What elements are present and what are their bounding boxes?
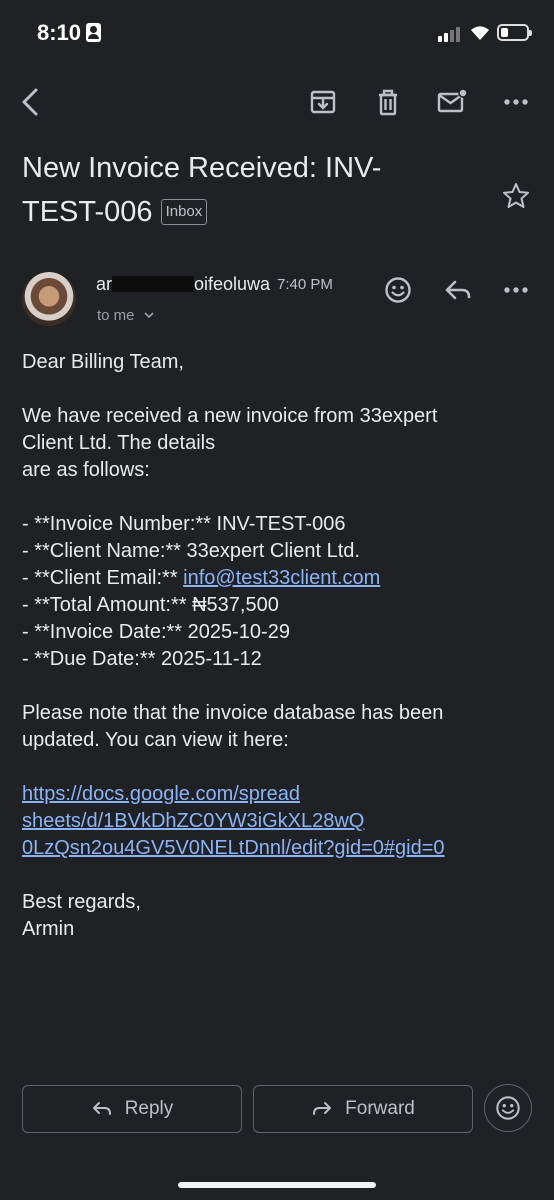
- list-item: - **Client Name:** 33expert Client Ltd.: [22, 540, 360, 562]
- home-indicator[interactable]: [178, 1182, 376, 1188]
- sender-name-prefix: ar: [96, 274, 113, 294]
- recipient-text: to me: [97, 307, 135, 324]
- signature: Armin: [22, 918, 75, 940]
- redacted-block: [112, 276, 195, 292]
- back-arrow-icon[interactable]: [10, 78, 50, 126]
- signal-icon: [438, 26, 462, 42]
- list-item: - **Invoice Number:** INV-TEST-006: [22, 513, 346, 535]
- intro-line: Client Ltd. The details: [22, 432, 216, 454]
- inbox-label[interactable]: Inbox: [160, 199, 208, 225]
- link-line[interactable]: sheets/d/1BVkDhZC0YW3iGkXL28wQ: [22, 810, 364, 832]
- delete-icon[interactable]: [368, 78, 408, 126]
- email-view: 8:10 New Invoice Received: INV-TEST-006 …: [0, 0, 554, 1200]
- battery-icon: [497, 24, 532, 41]
- email-subject: New Invoice Received: INV-TEST-006 Inbox: [22, 146, 462, 234]
- forward-icon: [313, 1102, 332, 1115]
- clock: 8:10: [37, 20, 82, 45]
- more-icon[interactable]: [496, 270, 536, 310]
- intro-line: are as follows:: [22, 459, 150, 481]
- status-bar: 8:10: [0, 0, 554, 66]
- emoji-icon: [496, 1096, 520, 1120]
- intro-line: We have received a new invoice from 33ex…: [22, 405, 438, 427]
- list-item: - **Total Amount:** ₦537,500: [22, 594, 279, 616]
- closing: Best regards,: [22, 891, 141, 913]
- archive-icon[interactable]: [303, 78, 343, 126]
- mark-unread-icon[interactable]: [432, 78, 472, 126]
- chevron-down-icon: [144, 312, 154, 319]
- toolbar: [0, 78, 554, 126]
- recipient-details[interactable]: to me: [97, 307, 155, 324]
- person-icon: [86, 23, 101, 42]
- sender-name-visible: oifeoluwa: [194, 274, 271, 294]
- client-email-link[interactable]: info@test33client.com: [183, 567, 380, 589]
- wifi-icon: [471, 26, 489, 40]
- forward-button[interactable]: Forward: [253, 1085, 473, 1133]
- list-item: - **Due Date:** 2025-11-12: [22, 648, 262, 670]
- link-line[interactable]: 0LzQsn2ou4GV5V0NELtDnnl/edit?gid=0#gid=0: [22, 837, 445, 859]
- more-icon[interactable]: [496, 78, 536, 126]
- forward-label: Forward: [345, 1098, 415, 1119]
- avatar[interactable]: [22, 272, 76, 326]
- note-line: updated. You can view it here:: [22, 729, 289, 751]
- reply-label: Reply: [124, 1098, 174, 1119]
- spreadsheet-link[interactable]: https://docs.google.com/spread: [22, 781, 522, 808]
- list-item: - **Client Email:** info@test33client.co…: [22, 565, 522, 592]
- emoji-react-icon[interactable]: [378, 270, 418, 310]
- reply-icon: [92, 1102, 111, 1115]
- link-line[interactable]: https://docs.google.com/spread: [22, 783, 300, 805]
- email-body: Dear Billing Team, We have received a ne…: [22, 349, 522, 943]
- sender-name[interactable]: ar oifeoluwa: [96, 274, 270, 295]
- star-icon[interactable]: [501, 181, 531, 211]
- greeting: Dear Billing Team,: [22, 351, 184, 373]
- list-item-label: - **Client Email:**: [22, 567, 184, 589]
- reply-button[interactable]: Reply: [22, 1085, 242, 1133]
- reply-icon[interactable]: [438, 270, 478, 310]
- emoji-reaction-button[interactable]: [484, 1084, 532, 1132]
- list-item: - **Invoice Date:** 2025-10-29: [22, 621, 290, 643]
- spreadsheet-link[interactable]: 0LzQsn2ou4GV5V0NELtDnnl/edit?gid=0#gid=0: [22, 835, 522, 862]
- spreadsheet-link[interactable]: sheets/d/1BVkDhZC0YW3iGkXL28wQ: [22, 808, 522, 835]
- sent-time: 7:40 PM: [277, 276, 333, 293]
- note-line: Please note that the invoice database ha…: [22, 702, 444, 724]
